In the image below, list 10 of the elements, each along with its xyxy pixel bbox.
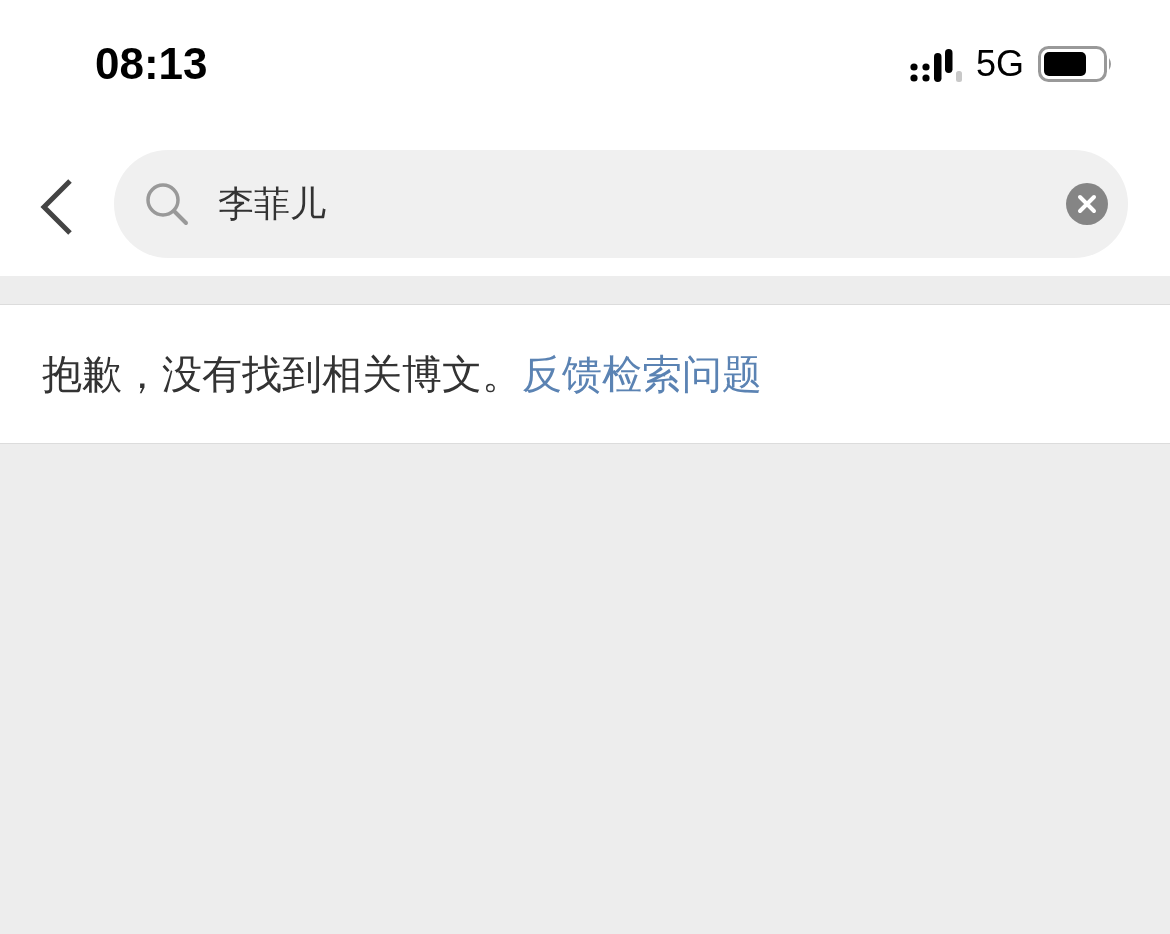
search-icon <box>144 181 190 227</box>
back-icon[interactable] <box>38 177 74 237</box>
search-field[interactable]: 李菲儿 <box>114 150 1128 258</box>
clear-icon[interactable] <box>1066 183 1108 225</box>
search-query: 李菲儿 <box>218 181 327 226</box>
no-results-message: 抱歉，没有找到相关博文。 <box>42 349 522 399</box>
feedback-link[interactable]: 反馈检索问题 <box>522 346 762 402</box>
status-time: 08:13 <box>95 39 208 89</box>
network-label: 5G <box>975 43 1024 85</box>
battery-icon <box>1038 46 1114 82</box>
